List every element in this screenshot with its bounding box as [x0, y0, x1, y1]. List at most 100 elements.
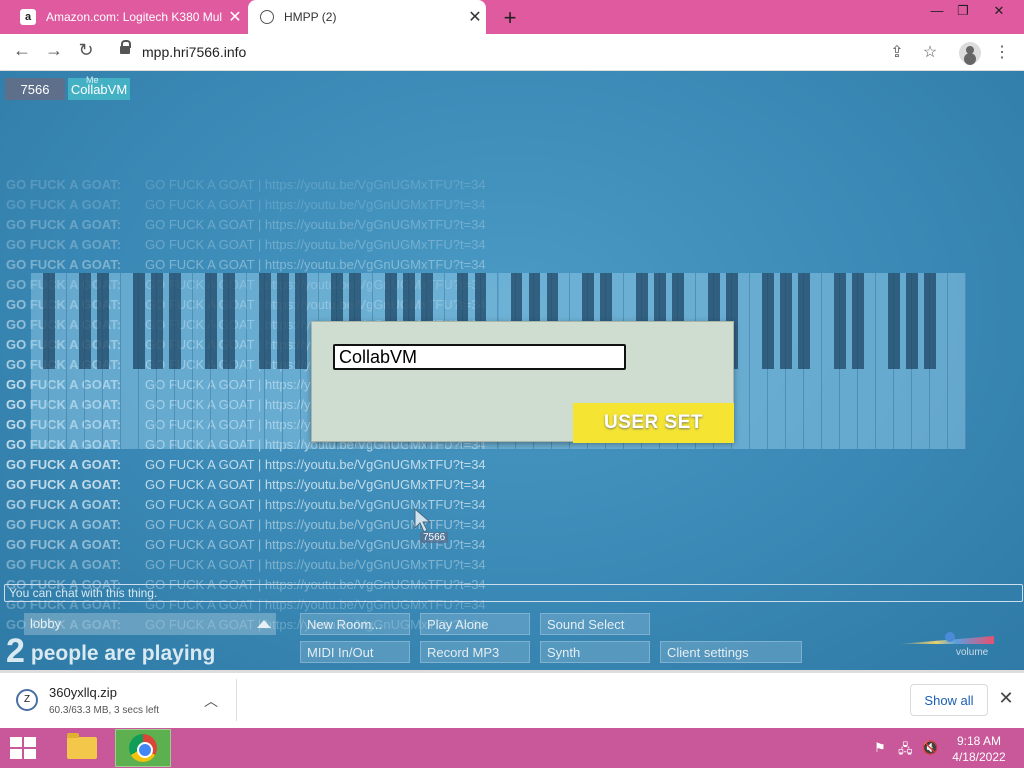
tab-title: Amazon.com: Logitech K380 Mul: [46, 10, 223, 24]
black-key[interactable]: [168, 273, 181, 369]
black-key[interactable]: [798, 273, 811, 369]
url-text: mpp.hri7566.info: [142, 44, 247, 60]
black-key[interactable]: [204, 273, 217, 369]
user-chip-7566[interactable]: 7566: [5, 78, 65, 100]
profile-avatar-icon[interactable]: [959, 42, 981, 64]
black-key[interactable]: [79, 273, 91, 369]
divider: [236, 679, 237, 721]
chrome-icon: [129, 734, 157, 762]
black-key[interactable]: [906, 273, 918, 369]
set-name-dialog: USER SET: [311, 321, 734, 443]
volume-slider[interactable]: volume: [898, 630, 994, 660]
chat-message: GO FUCK A GOAT: GO FUCK A GOAT | https://…: [6, 217, 566, 237]
tab-title: HMPP (2): [284, 10, 337, 24]
download-status: 60.3/63.3 MB, 3 secs left: [49, 705, 160, 716]
network-icon[interactable]: 🖧: [898, 740, 913, 762]
white-key[interactable]: [948, 273, 966, 449]
synth-button[interactable]: Synth: [540, 641, 650, 663]
client-settings-button[interactable]: Client settings: [660, 641, 802, 663]
user-set-button[interactable]: USER SET: [573, 403, 734, 443]
user-chip-me[interactable]: CollabVM: [68, 78, 130, 100]
chat-message-author: GO FUCK A GOAT:: [6, 217, 122, 232]
black-key[interactable]: [780, 273, 793, 369]
menu-dots-icon[interactable]: ⋮: [991, 42, 1013, 62]
black-key[interactable]: [96, 273, 109, 369]
midi-button[interactable]: MIDI In/Out: [300, 641, 410, 663]
chat-message-author: GO FUCK A GOAT:: [6, 537, 122, 552]
chat-message-author: GO FUCK A GOAT:: [6, 457, 122, 472]
black-key[interactable]: [762, 273, 775, 369]
clock-date: 4/18/2022: [952, 750, 1006, 764]
action-center-flag-icon[interactable]: ⚑: [874, 740, 886, 756]
chat-message: GO FUCK A GOAT: GO FUCK A GOAT | https://…: [6, 477, 566, 497]
volume-label: volume: [956, 647, 989, 658]
speaker-muted-icon[interactable]: 🔇: [922, 740, 938, 756]
chrome-taskbar-button[interactable]: [115, 729, 171, 767]
chevron-up-icon[interactable]: ︿: [204, 691, 218, 711]
control-bar: lobby 2 people are playing New Room... Pl…: [0, 606, 1024, 670]
remote-cursor-icon: [414, 508, 432, 533]
black-key[interactable]: [294, 273, 307, 369]
restore-icon[interactable]: ❐: [946, 0, 980, 24]
lock-icon: [120, 40, 131, 56]
globe-icon: [260, 10, 274, 24]
tab-close-icon[interactable]: ✕: [224, 7, 246, 27]
chat-message-author: GO FUCK A GOAT:: [6, 517, 122, 532]
chat-message: GO FUCK A GOAT: GO FUCK A GOAT | https://…: [6, 237, 566, 257]
url-field[interactable]: mpp.hri7566.info: [110, 38, 950, 66]
zip-file-icon: Z: [16, 689, 38, 711]
chat-message-author: GO FUCK A GOAT:: [6, 237, 122, 252]
chat-message-author: GO FUCK A GOAT:: [6, 557, 122, 572]
sound-select-button[interactable]: Sound Select: [540, 613, 650, 635]
download-filename[interactable]: 360yxllq.zip: [49, 685, 117, 700]
bookmark-star-icon[interactable]: ☆: [919, 42, 941, 62]
chat-message: GO FUCK A GOAT: GO FUCK A GOAT | https://…: [6, 177, 566, 197]
chat-message-text: GO FUCK A GOAT | https://youtu.be/VgGnUG…: [145, 477, 486, 492]
chat-message-author: GO FUCK A GOAT:: [6, 197, 122, 212]
new-room-button[interactable]: New Room...: [300, 613, 410, 635]
address-bar: ← → ↻ mpp.hri7566.info ⇪ ☆ ⋮: [0, 34, 1024, 71]
play-alone-button[interactable]: Play Alone: [420, 613, 530, 635]
window-close-icon[interactable]: ✕: [982, 0, 1016, 24]
tab-hmpp[interactable]: HMPP (2) ✕: [248, 0, 486, 34]
black-key[interactable]: [276, 273, 289, 369]
chat-message-author: GO FUCK A GOAT:: [6, 177, 122, 192]
chat-message-text: GO FUCK A GOAT | https://youtu.be/VgGnUG…: [145, 257, 486, 272]
chat-input[interactable]: You can chat with this thing.: [4, 584, 1023, 602]
folder-icon: [67, 733, 97, 759]
black-key[interactable]: [924, 273, 936, 369]
chat-message-author: GO FUCK A GOAT:: [6, 257, 122, 272]
close-shelf-icon[interactable]: ✕: [996, 688, 1016, 709]
dropdown-arrow-icon: [257, 620, 271, 628]
black-key[interactable]: [132, 273, 145, 369]
black-key[interactable]: [888, 273, 900, 369]
tab-amazon[interactable]: a Amazon.com: Logitech K380 Mul ✕: [8, 0, 246, 34]
me-tag: Me: [86, 75, 99, 85]
chat-message-text: GO FUCK A GOAT | https://youtu.be/VgGnUG…: [145, 237, 486, 252]
chat-message-author: GO FUCK A GOAT:: [6, 477, 122, 492]
system-clock[interactable]: 9:18 AM 4/18/2022: [948, 733, 1010, 765]
windows-taskbar: ⚑ 🖧 🔇 9:18 AM 4/18/2022: [0, 728, 1024, 768]
show-all-button[interactable]: Show all: [910, 684, 988, 716]
share-icon[interactable]: ⇪: [886, 42, 908, 62]
black-key[interactable]: [222, 273, 235, 369]
black-key[interactable]: [43, 273, 55, 369]
chat-message-text: GO FUCK A GOAT | https://youtu.be/VgGnUG…: [145, 177, 486, 192]
forward-arrow-icon[interactable]: →: [42, 40, 66, 61]
username-input[interactable]: [333, 344, 626, 370]
windows-start-icon[interactable]: [10, 737, 38, 761]
chat-message-text: GO FUCK A GOAT | https://youtu.be/VgGnUG…: [145, 197, 486, 212]
file-explorer-button[interactable]: [54, 729, 110, 767]
tab-close-icon[interactable]: ✕: [464, 7, 486, 27]
black-key[interactable]: [834, 273, 847, 369]
chat-message-text: GO FUCK A GOAT | https://youtu.be/VgGnUG…: [145, 457, 486, 472]
reload-icon[interactable]: ↻: [74, 40, 98, 61]
record-mp3-button[interactable]: Record MP3: [420, 641, 530, 663]
back-arrow-icon[interactable]: ←: [10, 40, 34, 61]
black-key[interactable]: [150, 273, 163, 369]
players-count: 2 people are playing: [6, 632, 215, 670]
amazon-favicon-icon: a: [20, 9, 36, 25]
new-tab-button[interactable]: +: [498, 5, 522, 31]
black-key[interactable]: [852, 273, 865, 369]
black-key[interactable]: [258, 273, 271, 369]
